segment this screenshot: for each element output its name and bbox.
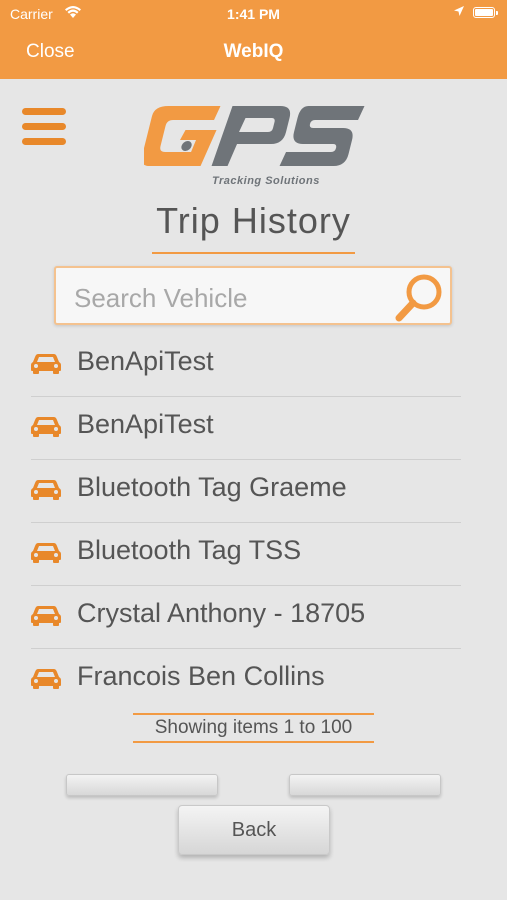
vehicle-name: Bluetooth Tag TSS xyxy=(77,535,302,565)
title-underline xyxy=(152,252,355,254)
status-time: 1:41 PM xyxy=(227,6,280,22)
vehicle-name: Crystal Anthony - 18705 xyxy=(77,598,366,628)
location-arrow-icon xyxy=(454,6,464,16)
search-box xyxy=(54,266,452,325)
back-button[interactable]: Back xyxy=(178,805,330,855)
previous-page-button[interactable] xyxy=(66,774,218,796)
paging-status: Showing items 1 to 100 xyxy=(133,713,374,743)
vehicle-list-item[interactable]: Bluetooth Tag TSS xyxy=(31,523,461,586)
nav-title: WebIQ xyxy=(223,41,284,62)
car-icon xyxy=(31,540,61,564)
status-bar: Carrier 1:41 PM xyxy=(0,0,507,28)
vehicle-name: BenApiTest xyxy=(77,346,214,376)
vehicle-list: BenApiTest BenApiTest Bluetooth Tag Graeme… xyxy=(31,334,461,711)
vehicle-list-item[interactable]: Bluetooth Tag Graeme xyxy=(31,460,461,523)
car-icon xyxy=(31,603,61,627)
vehicle-name: Bluetooth Tag Graeme xyxy=(77,472,347,502)
search-icon[interactable] xyxy=(392,270,448,326)
top-bar: Carrier 1:41 PM Close WebIQ xyxy=(0,0,507,79)
logo-tagline: Tracking Solutions xyxy=(212,175,320,187)
vehicle-list-item[interactable]: BenApiTest xyxy=(31,397,461,460)
page-title: Trip History xyxy=(156,200,351,241)
battery-icon xyxy=(473,7,495,18)
search-input[interactable] xyxy=(72,278,396,318)
battery-cap xyxy=(496,11,498,15)
car-icon xyxy=(31,414,61,438)
car-icon xyxy=(31,666,61,690)
vehicle-list-item[interactable]: BenApiTest xyxy=(31,334,461,397)
car-icon xyxy=(31,477,61,501)
gps-logo: Tracking Solutions xyxy=(144,106,365,187)
car-icon xyxy=(31,351,61,375)
vehicle-name: Francois Ben Collins xyxy=(77,661,325,691)
hamburger-menu-icon[interactable] xyxy=(22,108,66,146)
vehicle-list-item[interactable]: Francois Ben Collins xyxy=(31,649,461,711)
vehicle-name: BenApiTest xyxy=(77,409,214,439)
vehicle-list-item[interactable]: Crystal Anthony - 18705 xyxy=(31,586,461,649)
next-page-button[interactable] xyxy=(289,774,441,796)
